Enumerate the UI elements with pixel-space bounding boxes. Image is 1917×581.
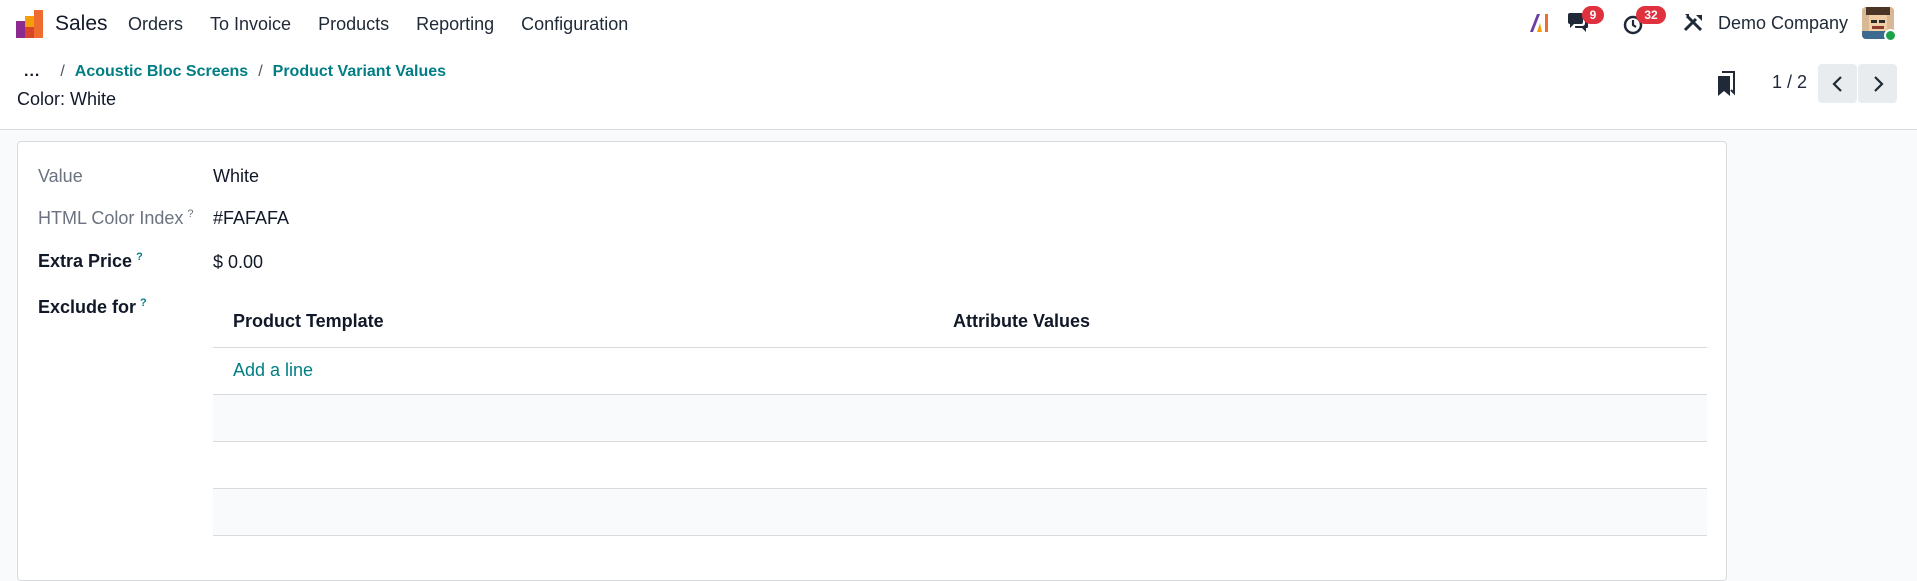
- activity-count-badge: 32: [1636, 6, 1666, 24]
- extra-price-label-text: Extra Price: [38, 251, 133, 271]
- online-status-dot: [1884, 29, 1897, 42]
- chevron-right-icon: [1873, 75, 1884, 92]
- chevron-left-icon: [1831, 75, 1842, 92]
- ai-icon[interactable]: [1528, 11, 1552, 35]
- menu-to-invoice[interactable]: To Invoice: [210, 14, 291, 35]
- menu-orders[interactable]: Orders: [128, 14, 183, 35]
- pager-next-button[interactable]: [1858, 64, 1897, 103]
- menu-configuration[interactable]: Configuration: [521, 14, 628, 35]
- breadcrumb-separator: /: [258, 63, 263, 80]
- help-icon[interactable]: ?: [140, 297, 147, 309]
- company-switcher[interactable]: Demo Company: [1718, 13, 1848, 34]
- app-name[interactable]: Sales: [55, 12, 108, 36]
- breadcrumb-separator: /: [60, 63, 65, 80]
- column-attribute-values[interactable]: Attribute Values: [953, 311, 1090, 332]
- breadcrumb: ... / Acoustic Bloc Screens / Product Va…: [24, 63, 456, 81]
- table-row: [213, 489, 1707, 536]
- form-sheet: Value White HTML Color Index? #FAFAFA Ex…: [17, 141, 1727, 581]
- breadcrumb-acoustic-bloc-screens[interactable]: Acoustic Bloc Screens: [75, 63, 248, 81]
- breadcrumb-more[interactable]: ...: [24, 63, 40, 81]
- value-label: Value: [38, 166, 83, 186]
- extra-price-field[interactable]: $ 0.00: [213, 252, 263, 273]
- html-color-label-text: HTML Color Index: [38, 208, 184, 228]
- column-product-template[interactable]: Product Template: [233, 311, 384, 332]
- control-panel: ... / Acoustic Bloc Screens / Product Va…: [0, 48, 1917, 130]
- add-a-line-link[interactable]: Add a line: [233, 360, 313, 381]
- html-color-label: HTML Color Index?: [38, 208, 194, 229]
- debug-tools-icon[interactable]: [1682, 11, 1706, 35]
- main-menu: Orders To Invoice Products Reporting Con…: [128, 14, 655, 35]
- table-row: [213, 395, 1707, 442]
- top-navbar: Sales Orders To Invoice Products Reporti…: [0, 0, 1917, 48]
- exclude-for-table: Product Template Attribute Values Add a …: [213, 296, 1707, 536]
- help-icon[interactable]: ?: [136, 251, 143, 263]
- sales-app-icon[interactable]: [15, 9, 45, 39]
- record-title: Color: White: [17, 89, 117, 109]
- table-row: Add a line: [213, 348, 1707, 395]
- help-icon[interactable]: ?: [187, 208, 193, 220]
- table-row: [213, 442, 1707, 489]
- value-field[interactable]: White: [213, 166, 259, 187]
- exclude-for-label-text: Exclude for: [38, 297, 137, 317]
- pager-previous-button[interactable]: [1818, 64, 1857, 103]
- html-color-field[interactable]: #FAFAFA: [213, 208, 289, 229]
- exclude-for-label: Exclude for?: [38, 297, 147, 318]
- chat-count-badge: 9: [1582, 6, 1604, 24]
- menu-products[interactable]: Products: [318, 14, 389, 35]
- table-header: Product Template Attribute Values: [213, 296, 1707, 348]
- extra-price-label: Extra Price?: [38, 251, 143, 272]
- pager-value[interactable]: 1 / 2: [1772, 72, 1807, 93]
- menu-reporting[interactable]: Reporting: [416, 14, 494, 35]
- breadcrumb-product-variant-values[interactable]: Product Variant Values: [273, 63, 446, 81]
- bookmark-icon[interactable]: [1716, 71, 1736, 97]
